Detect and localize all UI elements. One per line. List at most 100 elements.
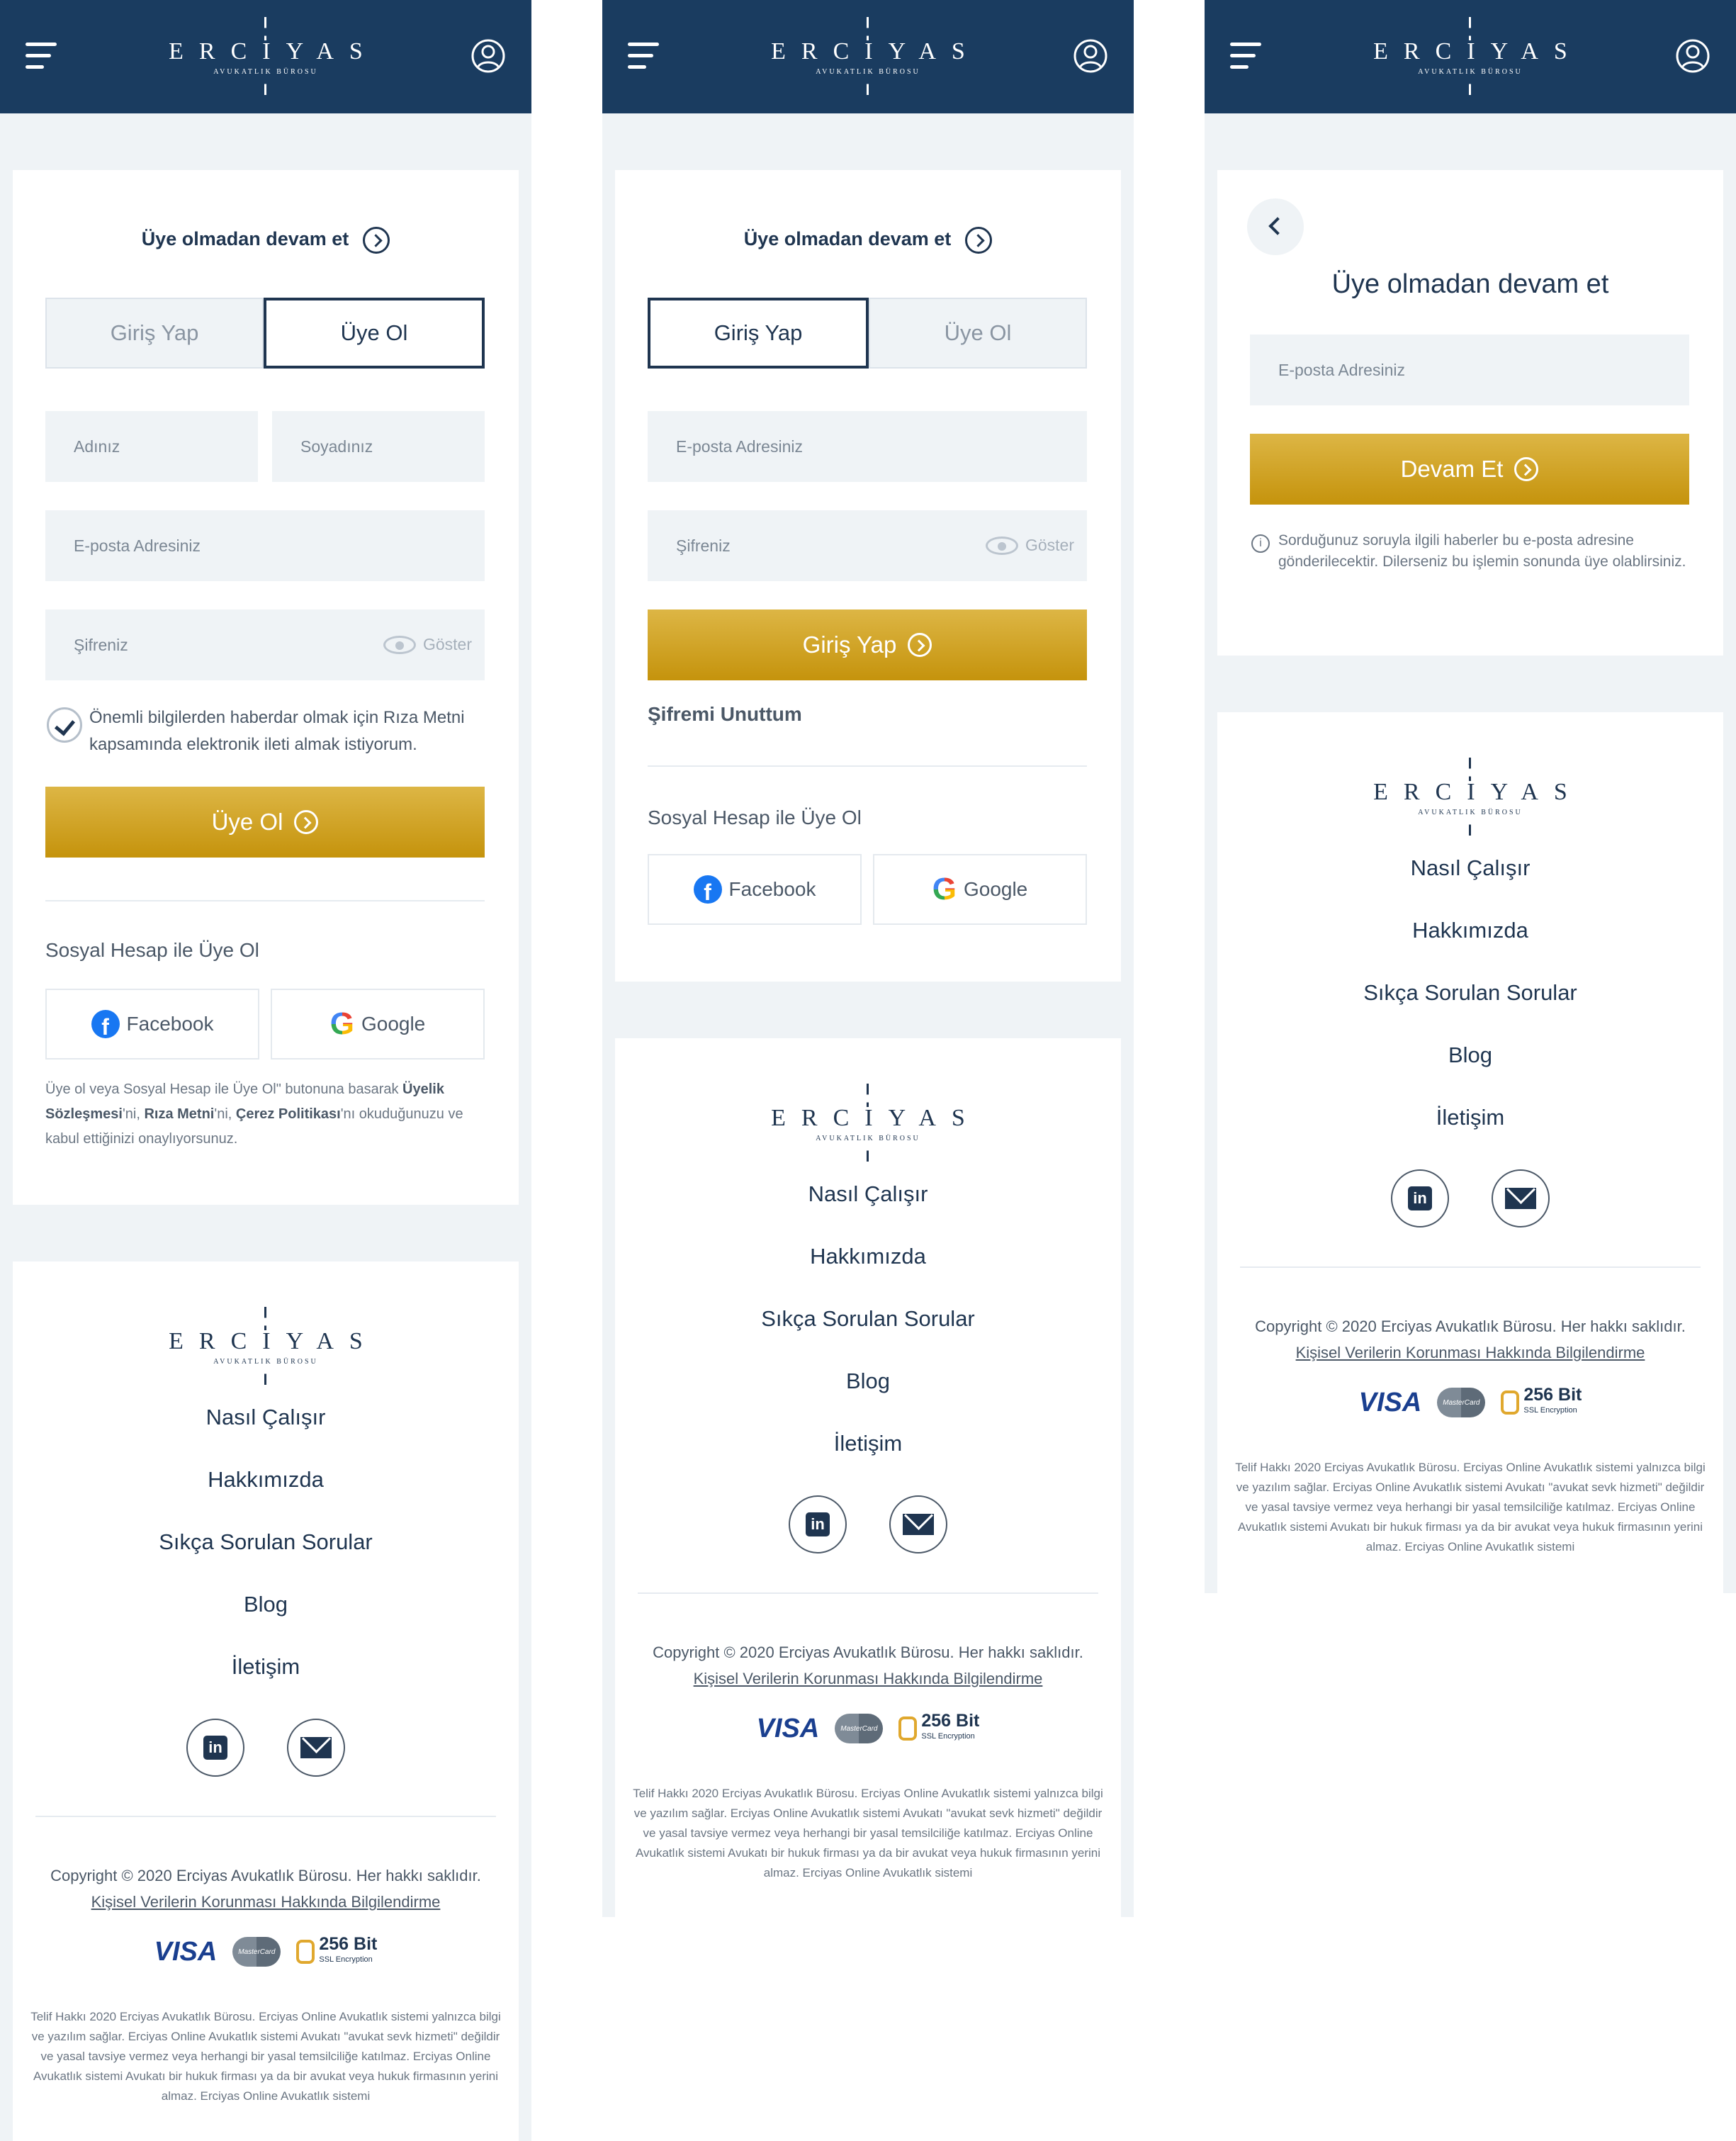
brand-logo[interactable]: ERCIYAS AVUKATLIK BÜROSU (138, 14, 393, 99)
tab-register[interactable]: Üye Ol (869, 298, 1087, 369)
consent-text-link[interactable]: Rıza Metni (144, 1106, 214, 1122)
footer-link-faq[interactable]: Sıkça Sorulan Sorular (615, 1305, 1121, 1367)
footer-link-contact[interactable]: İletişim (615, 1429, 1121, 1492)
menu-icon[interactable] (628, 43, 659, 71)
password-placeholder: Şifreniz (74, 635, 128, 654)
first-name-field[interactable]: Adınız (45, 411, 258, 482)
terms-text: Üye ol veya Sosyal Hesap ile Üye Ol" but… (45, 1081, 463, 1147)
chevron-left-icon[interactable] (1247, 198, 1304, 255)
tab-login[interactable]: Giriş Yap (648, 298, 869, 369)
mail-icon (300, 1737, 332, 1758)
mastercard-logo: MasterCard (232, 1937, 281, 1967)
facebook-icon: f (91, 1010, 120, 1038)
continue-button[interactable]: Devam Et (1250, 434, 1689, 505)
footer-link-blog[interactable]: Blog (1217, 1041, 1723, 1103)
continue-button-label: Devam Et (1400, 456, 1504, 482)
visa-logo: VISA (756, 1713, 820, 1743)
arrow-right-circle-icon (294, 810, 319, 834)
footer-link-about[interactable]: Hakkımızda (13, 1466, 519, 1528)
continue-as-guest-link[interactable]: Üye olmadan devam et (13, 227, 519, 254)
forgot-password-link[interactable]: Şifremi Unuttum (648, 703, 802, 726)
footer-link-faq[interactable]: Sıkça Sorulan Sorular (13, 1528, 519, 1590)
copyright-text: Copyright © 2020 Erciyas Avukatlık Büros… (653, 1643, 1083, 1661)
google-button[interactable]: G Google (873, 854, 1087, 925)
brand-logo[interactable]: ERCIYAS AVUKATLIK BÜROSU (1343, 14, 1598, 99)
register-button-label: Üye Ol (211, 809, 283, 835)
facebook-label: Facebook (728, 878, 816, 900)
register-screen: ERCIYAS AVUKATLIK BÜROSU Üye olmadan dev… (0, 0, 531, 2141)
register-button[interactable]: Üye Ol (45, 787, 485, 858)
user-icon[interactable] (1675, 38, 1710, 74)
cookie-policy-link[interactable]: Çerez Politikası (236, 1106, 341, 1122)
footer-link-faq[interactable]: Sıkça Sorulan Sorular (1217, 979, 1723, 1041)
eye-icon (383, 635, 416, 654)
footer-link-how-it-works[interactable]: Nasıl Çalışır (1217, 854, 1723, 916)
user-icon[interactable] (1073, 38, 1108, 74)
footer-link-contact[interactable]: İletişim (13, 1653, 519, 1715)
login-button[interactable]: Giriş Yap (648, 609, 1087, 680)
google-button[interactable]: G Google (271, 989, 485, 1060)
footer-link-how-it-works[interactable]: Nasıl Çalışır (615, 1180, 1121, 1242)
facebook-button[interactable]: f Facebook (648, 854, 862, 925)
linkedin-icon: in (1408, 1186, 1432, 1210)
top-bar: ERCIYAS AVUKATLIK BÜROSU (1205, 0, 1736, 113)
privacy-link[interactable]: Kişisel Verilerin Korunması Hakkında Bil… (1296, 1344, 1645, 1361)
show-password-label: Göster (422, 635, 472, 653)
footer-link-blog[interactable]: Blog (13, 1590, 519, 1653)
copyright: Copyright © 2020 Erciyas Avukatlık Büros… (1217, 1313, 1723, 1366)
mail-link[interactable] (1492, 1169, 1550, 1227)
guest-title: Üye olmadan devam et (1331, 269, 1609, 299)
social-links: in (13, 1719, 519, 1777)
login-button-label: Giriş Yap (802, 631, 897, 658)
legal-text: Telif Hakkı 2020 Erciyas Avukatlık Büros… (633, 1787, 1103, 1879)
footer-nav: Nasıl Çalışır Hakkımızda Sıkça Sorulan S… (1217, 854, 1723, 1166)
show-password-toggle[interactable]: Göster (383, 635, 472, 654)
password-field[interactable]: Şifreniz Göster (45, 609, 485, 680)
privacy-link[interactable]: Kişisel Verilerin Korunması Hakkında Bil… (91, 1893, 441, 1911)
footer: ERCIYAS AVUKATLIK BÜROSU Nasıl Çalışır Ha… (1217, 712, 1723, 1593)
user-icon[interactable] (470, 38, 506, 74)
last-name-field[interactable]: Soyadınız (272, 411, 485, 482)
linkedin-link[interactable]: in (186, 1719, 244, 1777)
linkedin-link[interactable]: in (1391, 1169, 1449, 1227)
footer-nav: Nasıl Çalışır Hakkımızda Sıkça Sorulan S… (13, 1403, 519, 1715)
social-links: in (615, 1495, 1121, 1553)
facebook-button[interactable]: f Facebook (45, 989, 259, 1060)
copyright: Copyright © 2020 Erciyas Avukatlık Büros… (615, 1639, 1121, 1692)
show-password-toggle[interactable]: Göster (985, 536, 1074, 555)
payment-badges: VISA MasterCard 256 Bit SSL Encryption (13, 1935, 519, 1967)
footer-link-about[interactable]: Hakkımızda (615, 1242, 1121, 1305)
brand-logo[interactable]: ERCIYAS AVUKATLIK BÜROSU (740, 14, 996, 99)
facebook-icon: f (693, 875, 722, 904)
linkedin-icon: in (203, 1736, 227, 1760)
mail-link[interactable] (287, 1719, 345, 1777)
email-field[interactable]: E-posta Adresiniz (1250, 335, 1689, 405)
continue-as-guest-link[interactable]: Üye olmadan devam et (615, 227, 1121, 254)
privacy-link[interactable]: Kişisel Verilerin Korunması Hakkında Bil… (694, 1670, 1043, 1687)
footer-logo[interactable]: ERCIYAS AVUKATLIK BÜROSU (740, 1081, 996, 1166)
footer-logo[interactable]: ERCIYAS AVUKATLIK BÜROSU (1343, 755, 1598, 840)
password-field[interactable]: Şifreniz Göster (648, 510, 1087, 581)
footer-link-about[interactable]: Hakkımızda (1217, 916, 1723, 979)
footer-link-blog[interactable]: Blog (615, 1367, 1121, 1429)
footer-link-how-it-works[interactable]: Nasıl Çalışır (13, 1403, 519, 1466)
tab-login[interactable]: Giriş Yap (45, 298, 264, 369)
consent-checkbox[interactable] (47, 707, 82, 743)
mail-link[interactable] (889, 1495, 947, 1553)
tab-register[interactable]: Üye Ol (264, 298, 485, 369)
login-card: Üye olmadan devam et Giriş Yap Üye Ol E-… (615, 170, 1121, 982)
email-field[interactable]: E-posta Adresiniz (648, 411, 1087, 482)
divider (638, 1592, 1098, 1594)
menu-icon[interactable] (1230, 43, 1261, 71)
social-heading: Sosyal Hesap ile Üye Ol (648, 807, 862, 828)
ssl-badge: 256 Bit SSL Encryption (1501, 1386, 1582, 1418)
footer: ERCIYAS AVUKATLIK BÜROSU Nasıl Çalışır Ha… (615, 1038, 1121, 1917)
email-field[interactable]: E-posta Adresiniz (45, 510, 485, 581)
menu-icon[interactable] (26, 43, 57, 71)
footer-link-contact[interactable]: İletişim (1217, 1103, 1723, 1166)
payment-badges: VISA MasterCard 256 Bit SSL Encryption (615, 1712, 1121, 1744)
google-icon: G (932, 872, 957, 906)
linkedin-link[interactable]: in (789, 1495, 847, 1553)
footer-logo[interactable]: ERCIYAS AVUKATLIK BÜROSU (138, 1304, 393, 1389)
arrow-right-circle-icon (965, 227, 993, 254)
